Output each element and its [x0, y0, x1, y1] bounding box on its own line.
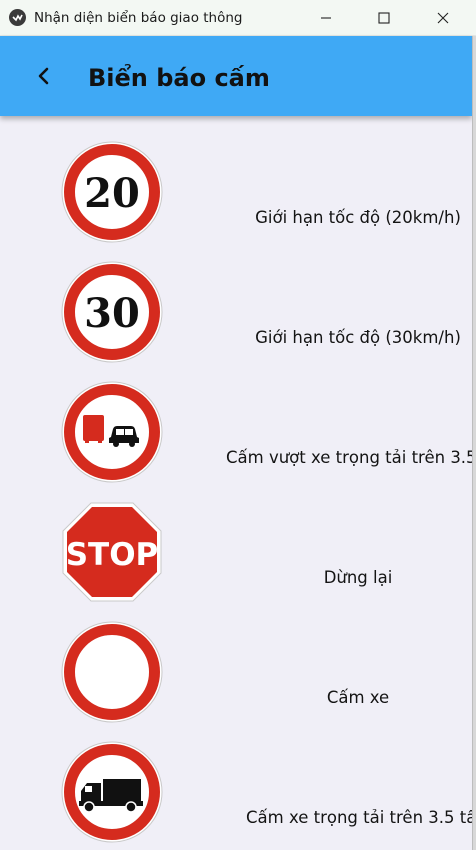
no-vehicles-sign [61, 621, 163, 723]
app-logo-icon [9, 9, 26, 26]
minimize-icon [321, 17, 331, 19]
list-item[interactable]: Cấm xe [0, 596, 472, 723]
sign-label: Cấm vượt xe trọng tải trên 3.5 tấn [226, 448, 472, 467]
no-overtaking-trucks-sign [61, 381, 163, 483]
sign-label: Giới hạn tốc độ (20km/h) [255, 208, 461, 227]
list-item[interactable]: STOP Dừng lại [0, 476, 472, 602]
maximize-icon [378, 12, 390, 24]
window-title: Nhận diện biển báo giao thông [34, 10, 243, 26]
close-icon [437, 12, 449, 24]
maximize-button[interactable] [361, 0, 407, 36]
sign-value: STOP [66, 537, 159, 573]
sign-list[interactable]: 20 Giới hạn tốc độ (20km/h) 30 Giới hạn … [0, 116, 472, 850]
sign-label: Dừng lại [323, 568, 393, 587]
minimize-button[interactable] [303, 0, 349, 36]
close-button[interactable] [420, 0, 466, 36]
sign-value: 20 [84, 170, 140, 217]
sign-value: 30 [84, 290, 140, 337]
list-item[interactable]: Cấm vượt xe trọng tải trên 3.5 tấn [0, 356, 472, 483]
list-item[interactable]: 30 Giới hạn tốc độ (30km/h) [0, 236, 472, 363]
no-trucks-sign [61, 741, 163, 843]
sign-label: Cấm xe trọng tải trên 3.5 tấn [246, 808, 472, 827]
sign-label: Cấm xe [326, 688, 390, 707]
speed-limit-30-sign: 30 [61, 261, 163, 363]
list-item[interactable]: 20 Giới hạn tốc độ (20km/h) [0, 116, 472, 243]
window-titlebar: Nhận diện biển báo giao thông [0, 0, 476, 36]
list-item[interactable]: Cấm xe trọng tải trên 3.5 tấn [0, 716, 472, 843]
app-bar: Biển báo cấm [0, 36, 472, 116]
back-button[interactable] [28, 60, 60, 92]
speed-limit-20-sign: 20 [61, 141, 163, 243]
sign-label: Giới hạn tốc độ (30km/h) [255, 328, 461, 347]
stop-sign: STOP [61, 501, 163, 603]
window-edge [472, 36, 476, 850]
chevron-left-icon [38, 67, 49, 85]
page-title: Biển báo cấm [88, 64, 270, 92]
